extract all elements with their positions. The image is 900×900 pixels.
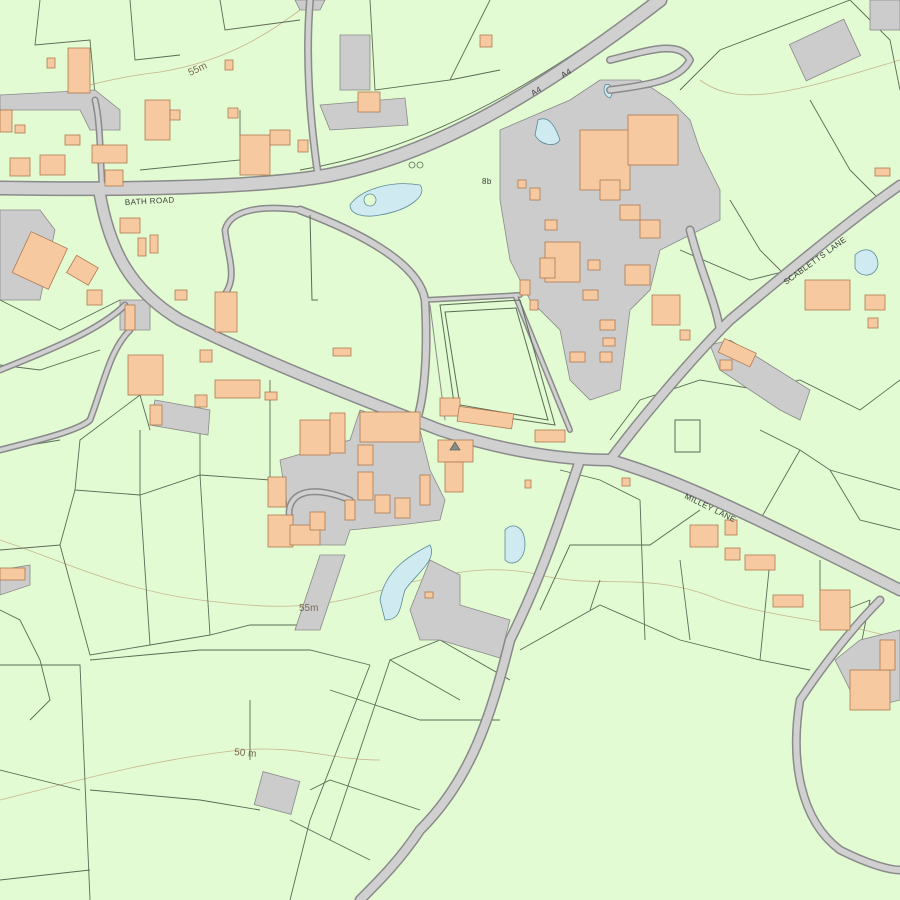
contour-label-50: 50 m (234, 747, 257, 760)
contour-label-55-south: 55m (299, 603, 318, 614)
map-svg: BATH ROAD A4 A4 SCABLETTS LANE MILLEY LA… (0, 0, 900, 900)
pond-scabletts (854, 249, 879, 276)
paved-car-park-north (339, 34, 371, 91)
building (127, 354, 164, 396)
spot-label-sign: 8b (482, 177, 492, 186)
map-canvas[interactable]: BATH ROAD A4 A4 SCABLETTS LANE MILLEY LA… (0, 0, 900, 900)
paved-corner-ne (869, 0, 900, 31)
building (67, 47, 91, 94)
